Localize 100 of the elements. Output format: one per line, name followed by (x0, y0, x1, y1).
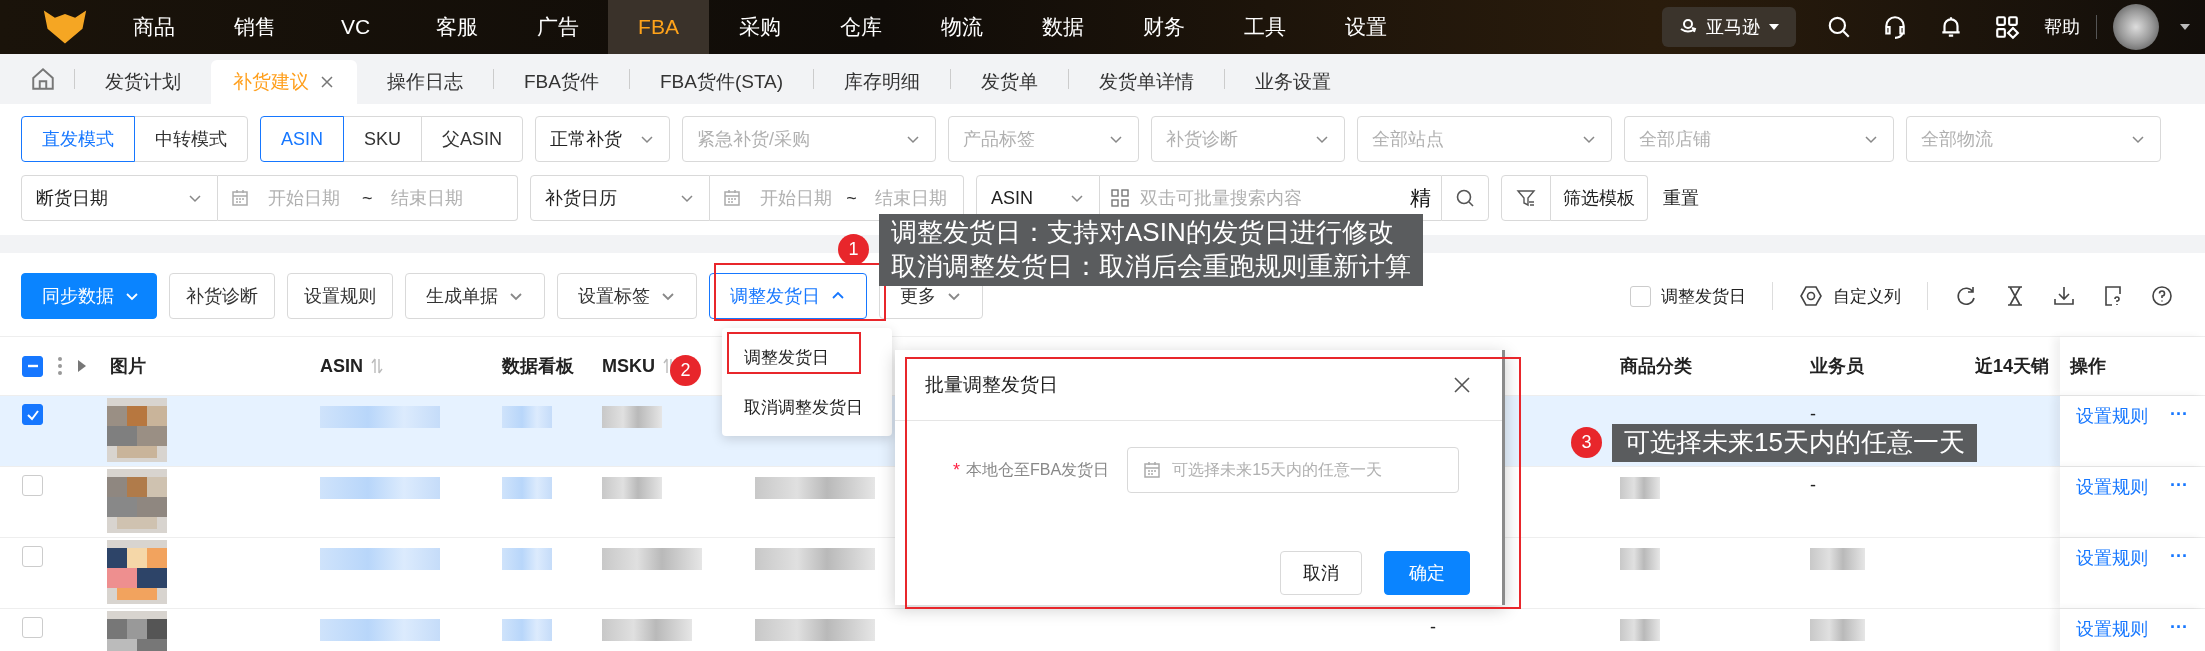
filter-button[interactable] (1501, 175, 1551, 221)
blurred-content (602, 406, 662, 428)
search-button[interactable] (1441, 175, 1489, 221)
column-header: MSKU (602, 355, 655, 377)
checkbox-label[interactable]: 调整发货日 (1661, 284, 1746, 308)
blurred-content (1810, 548, 1865, 570)
headset-icon[interactable] (1882, 14, 1908, 40)
column-header: 近14天销 (1975, 355, 2050, 378)
tab[interactable]: 库存明细 (814, 60, 951, 104)
tab[interactable]: FBA货件(STA) (629, 60, 814, 104)
mode-toggle[interactable]: 中转模式 (134, 116, 248, 162)
select-field[interactable]: 补货日历 (530, 175, 710, 221)
tab[interactable]: 发货计划 (75, 60, 211, 104)
nav-menu-item[interactable]: 财务 (1113, 0, 1214, 54)
drag-handle-icon[interactable] (57, 356, 63, 376)
toolbar-button[interactable]: 同步数据 (21, 273, 157, 319)
required-mark: * (953, 459, 960, 481)
row-checkbox[interactable] (22, 617, 43, 638)
toolbar-button[interactable]: 生成单据 (405, 273, 545, 319)
avatar[interactable] (2113, 4, 2159, 50)
toolbar-button[interactable]: 调整发货日 (709, 273, 867, 319)
toolbar-button[interactable]: 设置标签 (557, 273, 697, 319)
toolbar-button[interactable]: 补货诊断 (169, 273, 275, 319)
more-actions-button[interactable]: ··· (2170, 617, 2188, 638)
nav-menu-item[interactable]: 客服 (406, 0, 507, 54)
id-type-toggle[interactable]: 父ASIN (421, 116, 524, 162)
menu-item[interactable]: 取消调整发货日 (722, 395, 892, 419)
column-header: 图片 (110, 355, 146, 378)
column-header: ASIN (320, 355, 363, 377)
blurred-content (502, 619, 552, 641)
column-header: 操作 (2070, 355, 2106, 378)
menu-item[interactable]: 调整发货日 (722, 345, 892, 369)
row-checkbox[interactable] (22, 475, 43, 496)
home-icon[interactable] (30, 66, 56, 92)
nav-menu-item[interactable]: FBA (608, 0, 709, 54)
search-icon[interactable] (1826, 14, 1852, 40)
nav-menu-item[interactable]: 商品 (103, 0, 204, 54)
checkbox[interactable] (1630, 285, 1651, 307)
filter-icon (1516, 188, 1536, 208)
download-icon[interactable] (2052, 284, 2076, 308)
set-rule-link[interactable]: 设置规则 (2076, 475, 2148, 499)
blurred-content (1620, 619, 1660, 641)
nav-menu-item[interactable]: 设置 (1315, 0, 1416, 54)
tab[interactable]: 操作日志 (357, 60, 493, 104)
tab[interactable]: 发货单详情 (1069, 60, 1225, 104)
column-header: 数据看板 (502, 355, 574, 378)
tab[interactable]: FBA货件 (494, 60, 629, 104)
exact-match-toggle[interactable]: 精 (1400, 175, 1441, 221)
nav-menu-item[interactable]: 销售 (204, 0, 305, 54)
row-checkbox[interactable] (22, 546, 43, 567)
blurred-content (502, 406, 552, 428)
help-link[interactable]: 帮助 (2044, 15, 2080, 39)
expand-arrow-icon[interactable] (77, 359, 87, 373)
table-row[interactable]: - 设置规则 ··· (0, 609, 2205, 651)
id-type-toggle[interactable]: ASIN (260, 116, 344, 162)
mode-toggle[interactable]: 直发模式 (21, 116, 135, 162)
column-header: 业务员 (1810, 355, 1864, 378)
cancel-button[interactable]: 取消 (1280, 551, 1362, 595)
more-actions-button[interactable]: ··· (2170, 475, 2188, 496)
field-label: 本地仓至FBA发货日 (966, 459, 1110, 480)
help-icon[interactable] (2150, 284, 2174, 308)
nav-menu-item[interactable]: 工具 (1214, 0, 1315, 54)
nav-menu-item[interactable]: 数据 (1012, 0, 1113, 54)
set-rule-link[interactable]: 设置规则 (2076, 546, 2148, 570)
step-number-badge: 2 (670, 355, 701, 386)
calendar-icon (722, 188, 742, 208)
reset-link[interactable]: 重置 (1663, 186, 1699, 210)
blurred-content (502, 548, 552, 570)
logo-icon[interactable] (42, 8, 88, 46)
set-rule-link[interactable]: 设置规则 (2076, 617, 2148, 641)
nav-menu-item[interactable]: VC (305, 0, 406, 54)
more-actions-button[interactable]: ··· (2170, 546, 2188, 567)
tab[interactable]: 业务设置 (1225, 60, 1362, 104)
calendar-icon (230, 188, 250, 208)
table-cell: - (1810, 475, 1816, 496)
select-field[interactable]: 断货日期 (21, 175, 218, 221)
nav-menu-item[interactable]: 广告 (507, 0, 608, 54)
id-type-toggle[interactable]: SKU (343, 116, 423, 162)
close-icon[interactable] (319, 74, 335, 90)
nav-menu-item[interactable]: 仓库 (810, 0, 911, 54)
nav-menu-item[interactable]: 采购 (709, 0, 810, 54)
toolbar-button[interactable]: 设置规则 (287, 273, 393, 319)
tab[interactable]: 发货单 (951, 60, 1069, 104)
blurred-content (502, 477, 552, 499)
custom-columns-button[interactable]: 自定义列 (1799, 284, 1901, 308)
date-range-field[interactable]: 开始日期 ~ 结束日期 (218, 175, 518, 221)
hexagon-gear-icon (1799, 284, 1823, 308)
select-all-checkbox[interactable] (22, 355, 43, 377)
store-switcher[interactable]: 亚马逊 (1662, 7, 1796, 47)
blurred-content (1620, 548, 1660, 570)
nav-menu-item[interactable]: 物流 (911, 0, 1012, 54)
apps-icon[interactable] (1994, 14, 2020, 40)
refresh-icon[interactable] (1954, 284, 1978, 308)
set-rule-link[interactable]: 设置规则 (2076, 404, 2148, 428)
select-field[interactable]: 正常补货 (535, 116, 671, 162)
confirm-button[interactable]: 确定 (1384, 551, 1470, 595)
filter-template-button[interactable]: 筛选模板 (1551, 175, 1648, 221)
row-checkbox[interactable] (22, 404, 43, 425)
table-cell: - (1430, 617, 1436, 638)
more-actions-button[interactable]: ··· (2170, 404, 2188, 425)
